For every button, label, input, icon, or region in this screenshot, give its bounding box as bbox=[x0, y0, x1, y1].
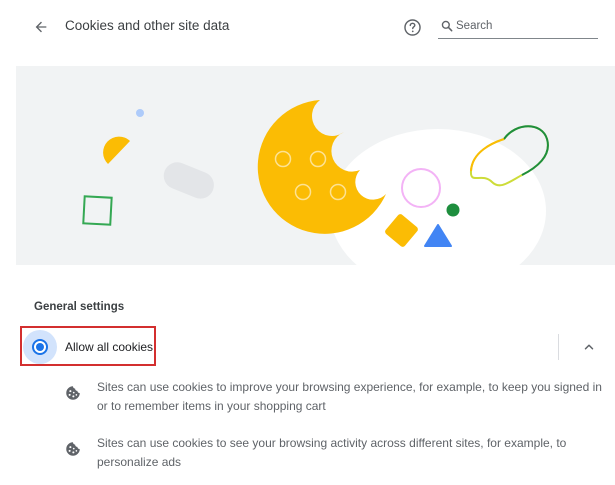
description-text: Sites can use cookies to see your browsi… bbox=[97, 436, 567, 469]
page-header: Cookies and other site data bbox=[0, 0, 615, 56]
cookies-illustration bbox=[16, 66, 615, 265]
blue-dot-shape bbox=[136, 109, 144, 117]
vertical-divider bbox=[558, 334, 559, 360]
description-item: Sites can use cookies to improve your br… bbox=[64, 378, 604, 418]
cookies-settings-page: Cookies and other site data Search Gener… bbox=[0, 0, 615, 485]
collapse-button[interactable] bbox=[578, 336, 600, 358]
allow-all-cookies-label[interactable]: Allow all cookies bbox=[65, 340, 153, 354]
yellow-half-circle-shape bbox=[103, 136, 130, 164]
green-square-shape bbox=[82, 195, 113, 226]
radio-outer bbox=[32, 339, 48, 355]
illustration-art bbox=[82, 100, 549, 265]
help-button[interactable] bbox=[401, 16, 423, 38]
search-input[interactable] bbox=[456, 16, 594, 36]
search-icon bbox=[441, 20, 453, 32]
back-button[interactable] bbox=[28, 14, 54, 40]
description-text: Sites can use cookies to improve your br… bbox=[97, 380, 602, 413]
chevron-up-icon bbox=[584, 344, 594, 350]
page-title: Cookies and other site data bbox=[65, 18, 230, 33]
help-circle-icon bbox=[403, 18, 421, 36]
description-item: Sites can use cookies to see your browsi… bbox=[64, 434, 604, 474]
allow-all-cookies-radio[interactable] bbox=[23, 330, 57, 364]
cookie-icon bbox=[66, 386, 80, 400]
general-settings-heading: General settings bbox=[34, 301, 125, 313]
arrow-back-icon bbox=[35, 21, 47, 33]
allow-all-cookies-option[interactable]: Allow all cookies bbox=[20, 326, 615, 368]
green-dot-shape bbox=[446, 203, 460, 217]
search-box bbox=[438, 14, 598, 39]
radio-dot bbox=[36, 343, 44, 351]
cookie-icon bbox=[66, 442, 80, 456]
grey-pill-shape bbox=[163, 162, 214, 199]
